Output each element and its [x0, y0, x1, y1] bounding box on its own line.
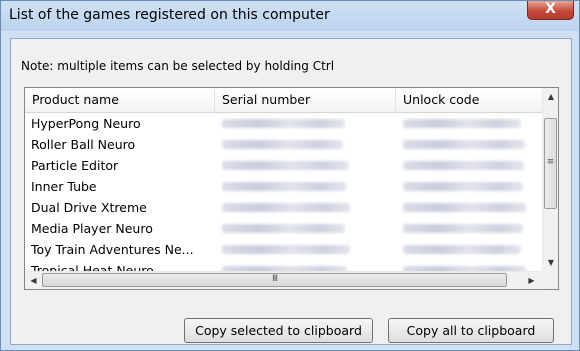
serial-number-redacted	[222, 161, 349, 170]
dialog-window: List of the games registered on this com…	[0, 0, 580, 351]
product-name-cell: Roller Ball Neuro	[31, 137, 136, 152]
unlock-code-redacted	[403, 140, 525, 149]
scrollbar-corner	[542, 271, 558, 289]
table-row[interactable]: HyperPong Neuro	[25, 113, 542, 134]
serial-number-redacted	[222, 245, 350, 254]
serial-number-redacted	[222, 203, 350, 212]
serial-number-redacted	[222, 140, 343, 149]
unlock-code-redacted	[403, 203, 526, 212]
games-list[interactable]: Product name Serial number Unlock code H…	[24, 87, 559, 290]
scroll-left-icon[interactable]: ◀	[25, 272, 42, 289]
product-name-cell: Dual Drive Xtreme	[31, 200, 147, 215]
table-row[interactable]: Particle Editor	[25, 155, 542, 176]
serial-number-redacted	[222, 182, 346, 191]
column-header-product-name[interactable]: Product name	[25, 88, 215, 112]
column-header-serial-number[interactable]: Serial number	[215, 88, 396, 112]
horizontal-scrollbar[interactable]: ◀ III ▶	[25, 271, 542, 289]
table-row[interactable]: Inner Tube	[25, 176, 542, 197]
horizontal-scroll-thumb[interactable]: III	[42, 273, 507, 287]
copy-all-button[interactable]: Copy all to clipboard	[388, 318, 554, 343]
scroll-up-icon[interactable]: ▲	[543, 88, 558, 105]
product-name-cell: Media Player Neuro	[31, 221, 153, 236]
unlock-code-redacted	[403, 161, 524, 170]
table-row[interactable]: Roller Ball Neuro	[25, 134, 542, 155]
list-rows: HyperPong Neuro Roller Ball Neuro Partic…	[25, 113, 542, 281]
product-name-cell: HyperPong Neuro	[31, 116, 141, 131]
vertical-scrollbar[interactable]: ▲ ≡ ▼	[542, 88, 558, 271]
table-row[interactable]: Media Player Neuro	[25, 218, 542, 239]
unlock-code-redacted	[403, 119, 521, 128]
unlock-code-redacted	[403, 245, 521, 254]
title-bar[interactable]: List of the games registered on this com…	[1, 1, 579, 31]
serial-number-redacted	[222, 224, 345, 233]
list-header: Product name Serial number Unlock code	[25, 88, 542, 113]
unlock-code-redacted	[403, 224, 523, 233]
column-header-unlock-code[interactable]: Unlock code	[396, 88, 542, 112]
table-row[interactable]: Toy Train Adventures Ne...	[25, 239, 542, 260]
scroll-down-icon[interactable]: ▼	[543, 254, 558, 271]
window-title: List of the games registered on this com…	[9, 7, 330, 23]
copy-selected-button[interactable]: Copy selected to clipboard	[184, 318, 373, 343]
close-icon[interactable]: X	[527, 1, 574, 20]
serial-number-redacted	[222, 119, 345, 128]
table-row[interactable]: Dual Drive Xtreme	[25, 197, 542, 218]
scroll-right-icon[interactable]: ▶	[523, 272, 540, 289]
selection-note: Note: multiple items can be selected by …	[21, 59, 335, 73]
product-name-cell: Particle Editor	[31, 158, 119, 173]
product-name-cell: Toy Train Adventures Ne...	[31, 242, 194, 257]
vertical-scroll-thumb[interactable]: ≡	[544, 118, 557, 209]
product-name-cell: Inner Tube	[31, 179, 97, 194]
unlock-code-redacted	[403, 182, 523, 191]
dialog-client-area: Note: multiple items can be selected by …	[10, 38, 572, 345]
